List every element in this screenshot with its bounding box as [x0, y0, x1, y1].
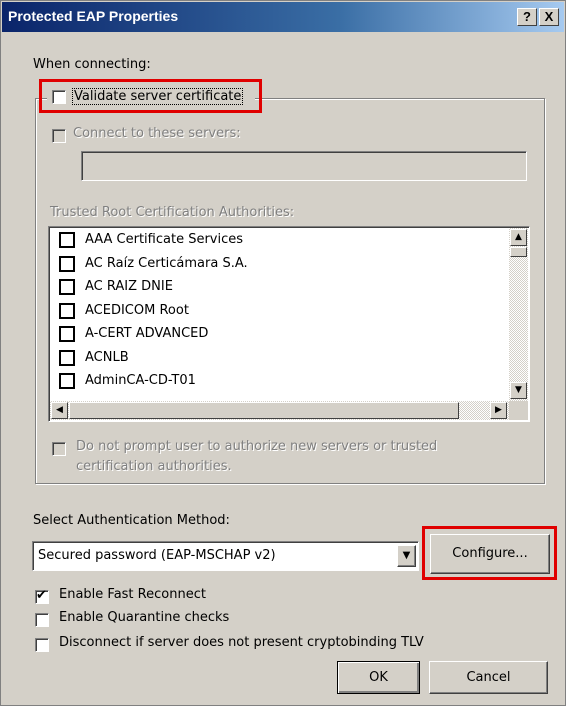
cancel-button[interactable]: Cancel — [429, 661, 548, 694]
scroll-right-icon[interactable]: ▶ — [490, 402, 507, 419]
auth-method-select[interactable]: Secured password (EAP-MSCHAP v2) ▼ — [32, 541, 419, 571]
list-item-label: AAA Certificate Services — [85, 232, 244, 247]
no-prompt-label-line2: certification authorities. — [76, 459, 232, 474]
fast-reconnect-label[interactable]: Enable Fast Reconnect — [59, 587, 206, 602]
cryptobinding-checkbox[interactable] — [35, 638, 49, 652]
quarantine-checkbox[interactable] — [35, 613, 49, 627]
ok-button[interactable]: OK — [337, 661, 420, 694]
no-prompt-checkbox[interactable] — [52, 442, 66, 456]
list-item-checkbox[interactable] — [59, 232, 75, 248]
help-icon[interactable]: ? — [517, 8, 537, 26]
vertical-scroll-thumb[interactable] — [510, 247, 527, 257]
scroll-up-icon[interactable]: ▲ — [510, 229, 527, 246]
auth-method-label: Select Authentication Method: — [33, 513, 230, 528]
trusted-root-label: Trusted Root Certification Authorities: — [50, 205, 295, 220]
connect-servers-checkbox[interactable] — [52, 129, 66, 143]
list-item-label: AdminCA-CD-T01 — [85, 373, 196, 388]
list-item-label: AC RAIZ DNIE — [85, 279, 173, 294]
servers-input[interactable] — [81, 151, 527, 181]
title-bar: Protected EAP Properties ? X — [2, 2, 564, 32]
list-item-checkbox[interactable] — [59, 279, 75, 295]
list-item-label: A-CERT ADVANCED — [85, 326, 209, 341]
highlight-validate — [39, 79, 262, 113]
highlight-configure — [422, 526, 557, 580]
list-item-label: ACEDICOM Root — [85, 302, 189, 318]
quarantine-label[interactable]: Enable Quarantine checks — [59, 610, 229, 625]
dropdown-arrow-icon[interactable]: ▼ — [397, 545, 416, 567]
list-item-checkbox[interactable] — [59, 326, 75, 342]
list-item-label: ACNLB — [85, 349, 129, 365]
when-connecting-label: When connecting: — [33, 57, 151, 72]
dialog-window: Protected EAP Properties ? X When connec… — [0, 0, 566, 706]
horizontal-scroll-thumb[interactable] — [69, 402, 459, 419]
list-item-checkbox[interactable] — [59, 302, 75, 319]
list-item-checkbox[interactable] — [59, 349, 75, 366]
window-title: Protected EAP Properties — [8, 8, 179, 24]
cryptobinding-label[interactable]: Disconnect if server does not present cr… — [59, 635, 424, 650]
list-item-checkbox[interactable] — [59, 373, 75, 389]
scrollbar-corner — [509, 401, 528, 420]
list-item-label: AC Raíz Certicámara S.A. — [85, 255, 248, 271]
no-prompt-label-line1: Do not prompt user to authorize new serv… — [76, 439, 438, 454]
connect-servers-label: Connect to these servers: — [73, 126, 241, 141]
trusted-root-listbox[interactable]: AAA Certificate Services AC Raíz Certicám… — [48, 226, 530, 422]
fast-reconnect-checkbox[interactable] — [35, 588, 49, 604]
scroll-down-icon[interactable]: ▼ — [510, 382, 527, 399]
close-icon[interactable]: X — [539, 8, 559, 26]
scroll-left-icon[interactable]: ◀ — [51, 402, 68, 419]
auth-method-value: Secured password (EAP-MSCHAP v2) — [38, 548, 276, 563]
list-item-checkbox[interactable] — [59, 255, 75, 272]
